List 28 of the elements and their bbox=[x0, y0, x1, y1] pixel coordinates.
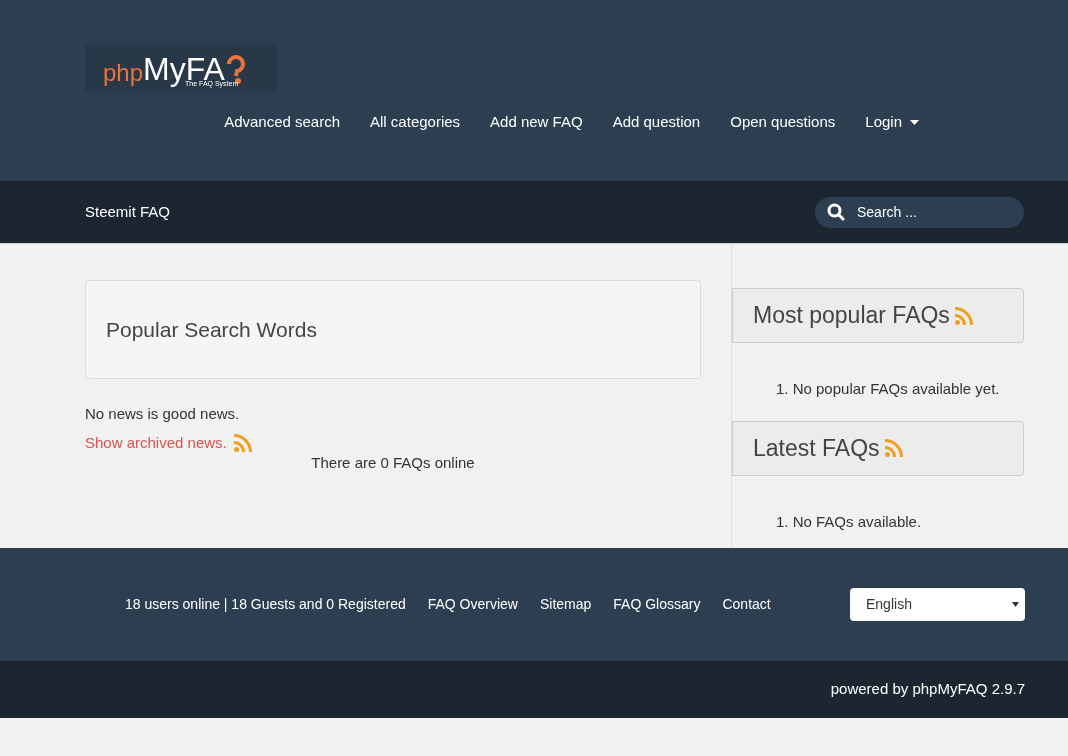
powered-by-text: powered by phpMyFAQ 2.9.7 bbox=[830, 679, 1025, 700]
search-icon bbox=[827, 202, 845, 221]
archived-news-link[interactable]: Show archived news. bbox=[85, 431, 227, 454]
nav-link[interactable]: Open questions bbox=[730, 111, 836, 134]
caret-icon bbox=[1012, 602, 1019, 607]
rss-icon bbox=[883, 438, 904, 458]
footer-link[interactable]: FAQ Glossary bbox=[613, 594, 701, 615]
sidebar-heading: Latest FAQs bbox=[732, 420, 1024, 476]
rss-icon bbox=[953, 305, 974, 326]
panel-title: Popular Search Words bbox=[106, 316, 317, 343]
nav-link[interactable]: Login bbox=[865, 111, 919, 134]
news-text: No news is good news. bbox=[85, 404, 241, 424]
sidebar-heading: Most popular FAQs bbox=[732, 288, 1024, 343]
users-online-text: 18 users online | 18 Guests and 0 Registered bbox=[125, 595, 406, 614]
footer-link[interactable]: Contact bbox=[722, 594, 771, 615]
sidebar-item: 1. No FAQs available. bbox=[776, 511, 923, 532]
search-field[interactable]: Search ... bbox=[815, 196, 1024, 228]
language-select[interactable]: English bbox=[850, 588, 1025, 621]
nav-link[interactable]: Add new FAQ bbox=[490, 111, 583, 134]
footer-link[interactable]: Sitemap bbox=[539, 594, 592, 615]
nav-link[interactable]: Advanced search bbox=[224, 111, 341, 134]
nav-link[interactable]: Add question bbox=[612, 111, 701, 134]
site-title[interactable]: Steemit FAQ bbox=[85, 200, 171, 224]
faq-count: There are 0 FAQs online bbox=[310, 453, 476, 473]
nav-link[interactable]: All categories bbox=[370, 111, 461, 134]
footer-link[interactable]: FAQ Overview bbox=[427, 594, 518, 615]
sidebar-item: 1. No popular FAQs available yet. bbox=[776, 379, 1001, 399]
rss-icon bbox=[232, 432, 253, 453]
